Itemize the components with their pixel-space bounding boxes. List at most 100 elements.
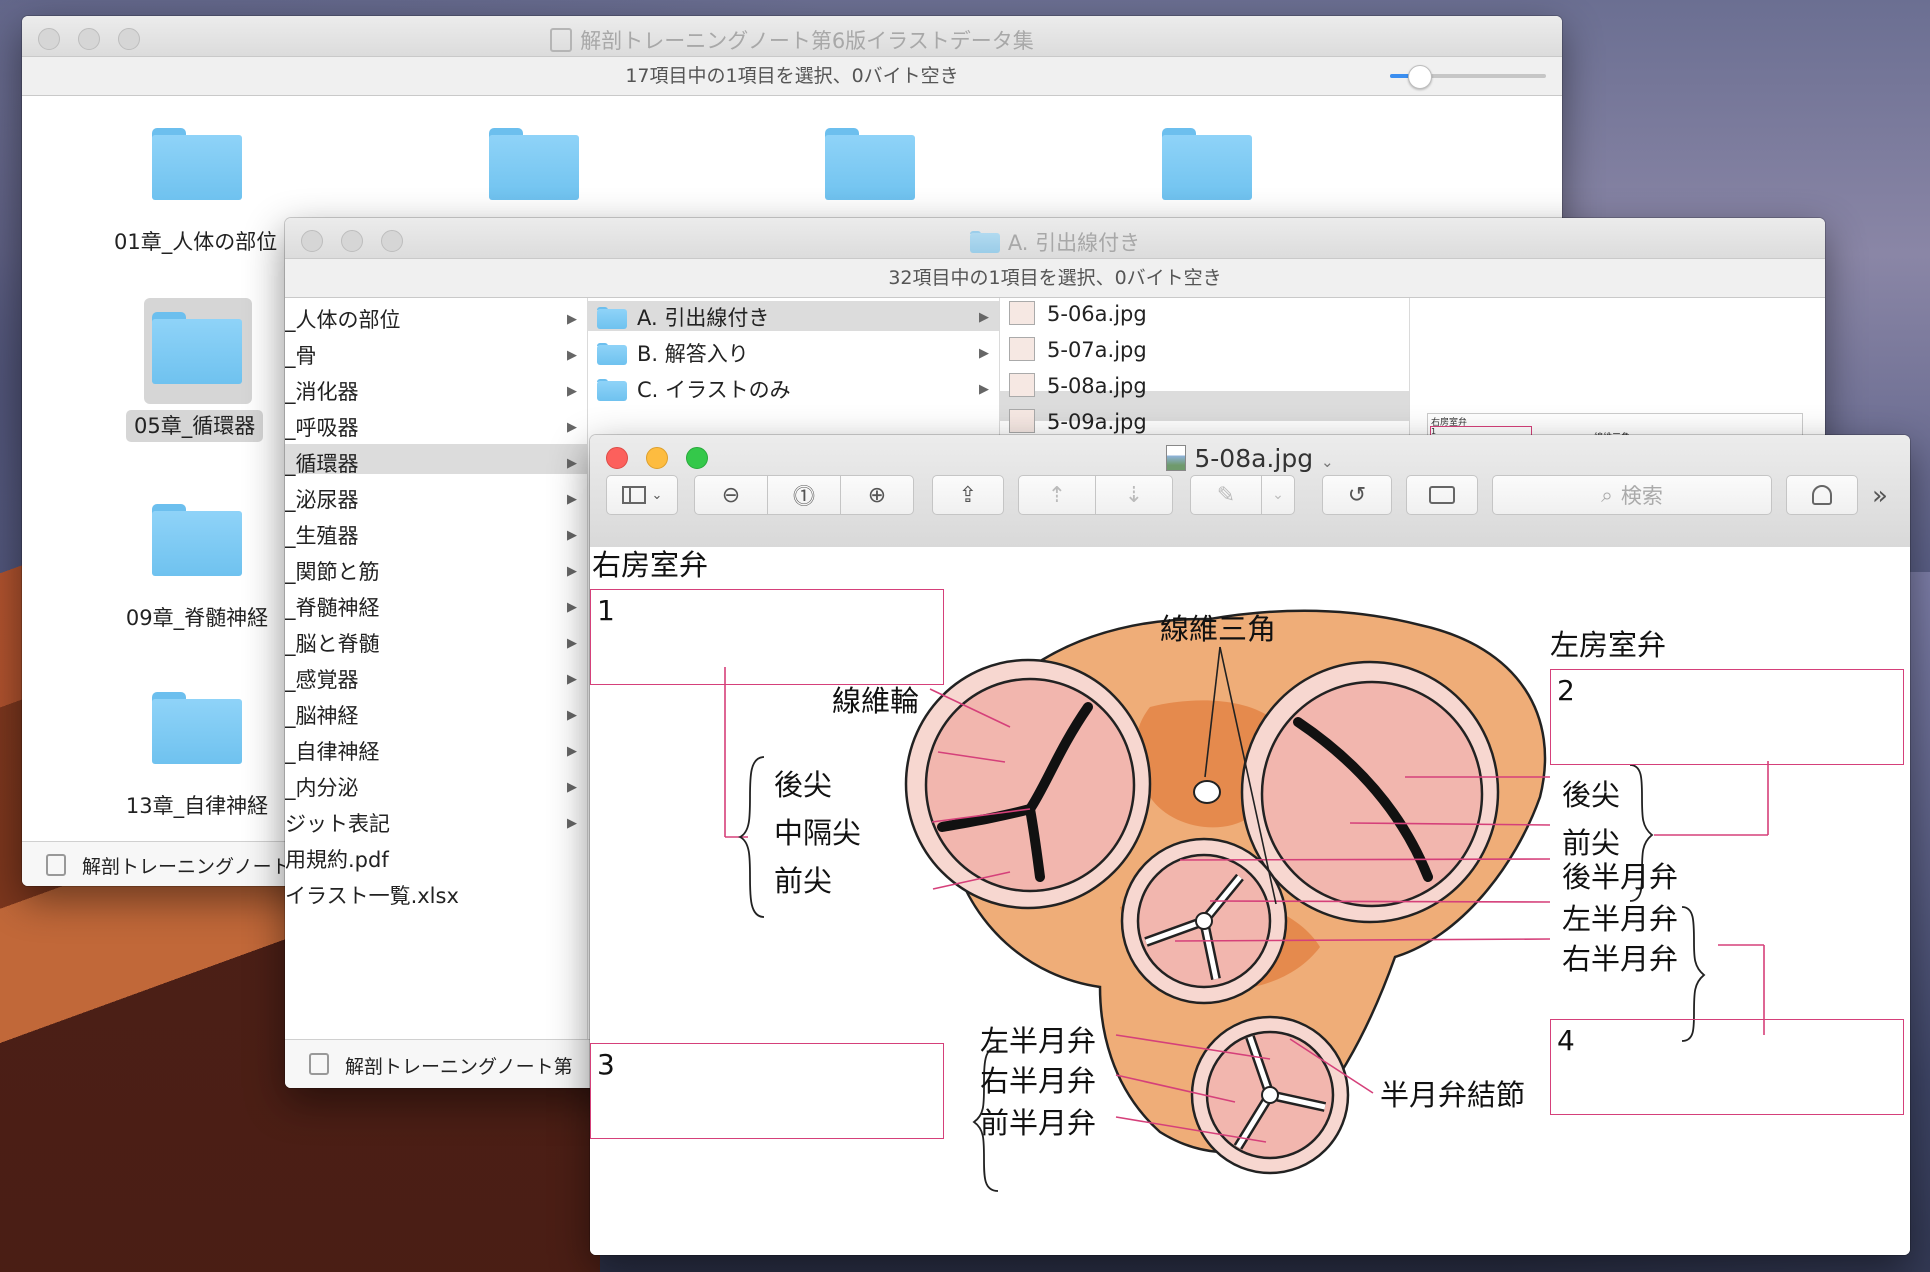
item-label: 5-06a.jpg — [1047, 302, 1147, 326]
slider-knob[interactable] — [1408, 65, 1432, 89]
disclosure-arrow-icon: ▶ — [567, 348, 577, 363]
item-label: _感覚器 — [285, 668, 359, 692]
column-1-item[interactable]: ジット表記 ▶ — [285, 810, 585, 838]
column-1-item[interactable]: イラスト一覧.xlsx — [285, 882, 585, 910]
column-1-item[interactable]: _関節と筋 ▶ — [285, 558, 585, 586]
share-button[interactable]: ⇪ — [932, 475, 1004, 515]
aortic-valve — [1120, 837, 1288, 1005]
folder-icon[interactable] — [489, 128, 579, 200]
folder-icon[interactable] — [825, 128, 915, 200]
mitral-orifice — [1260, 680, 1484, 908]
actual-size-icon: ⓵ — [792, 485, 815, 510]
folder-icon[interactable] — [152, 312, 242, 384]
preview-window[interactable]: 5-08a.jpg ⌄ ⌄ ⊖ ⓵ ⊕ ⇪ ⇡ ⇣ ✎ ⌄ ↺ ⌕ 検索 » 右… — [590, 435, 1910, 1255]
folder-icon[interactable] — [152, 692, 242, 764]
column-2-item[interactable]: C. イラストのみ ▶ — [597, 376, 993, 404]
mitral-valve — [1240, 660, 1500, 924]
column-1-item[interactable]: 用規約.pdf — [285, 846, 585, 874]
window-title: A. 引出線付き — [285, 227, 1825, 257]
disclosure-arrow-icon: ▶ — [567, 600, 577, 615]
label-mitral-posterior: 後尖 — [1562, 778, 1621, 812]
column-1-item[interactable]: _呼吸器 ▶ — [285, 414, 585, 442]
tricuspid-orifice — [924, 677, 1136, 893]
window-title[interactable]: 5-08a.jpg ⌄ — [590, 444, 1910, 473]
column-1-item[interactable]: _骨 ▶ — [285, 342, 585, 370]
disclosure-arrow-icon: ▶ — [567, 744, 577, 759]
folder-label-selected[interactable]: 05章_循環器 — [126, 410, 264, 442]
share-icon: ⇪ — [958, 482, 978, 508]
disk-icon — [46, 854, 66, 876]
column-1-item[interactable]: _循環器 ▶ — [285, 450, 585, 478]
rotate-icon: ↺ — [1347, 482, 1367, 508]
folder-icon[interactable] — [1162, 128, 1252, 200]
disclosure-arrow-icon: ▶ — [979, 382, 989, 397]
folder-label[interactable]: 09章_脊髄神経 — [77, 602, 317, 632]
image-file-icon — [1009, 337, 1035, 361]
item-label: _自律神経 — [285, 740, 380, 764]
actual-size-button[interactable]: ⓵ — [767, 475, 841, 515]
column-3-item[interactable]: 5-09a.jpg — [1009, 408, 1405, 436]
column-1-item[interactable]: _泌尿器 ▶ — [285, 486, 585, 514]
label-tricuspid-posterior: 後尖 — [774, 768, 833, 802]
folder-icon[interactable] — [152, 128, 242, 200]
column-1-item[interactable]: _感覚器 ▶ — [285, 666, 585, 694]
item-label: イラスト一覧.xlsx — [285, 884, 459, 908]
page-up-button[interactable]: ⇡ — [1018, 475, 1096, 515]
folder-label[interactable]: 13章_自律神経 — [77, 790, 317, 820]
zoom-out-button[interactable]: ⊖ — [694, 475, 768, 515]
disclosure-arrow-icon: ▶ — [979, 310, 989, 325]
column-1-item[interactable]: _自律神経 ▶ — [285, 738, 585, 766]
column-1-item[interactable]: _脊髄神経 ▶ — [285, 594, 585, 622]
item-label: _消化器 — [285, 380, 359, 404]
sidebar-toggle-button[interactable]: ⌄ — [606, 475, 678, 515]
rotate-button[interactable]: ↺ — [1322, 475, 1392, 515]
disclosure-arrow-icon: ▶ — [567, 528, 577, 543]
folder-icon — [597, 379, 627, 401]
column-3-item[interactable]: 5-07a.jpg — [1009, 336, 1405, 364]
item-label: _泌尿器 — [285, 488, 359, 512]
toolbox-button[interactable] — [1406, 475, 1478, 515]
disclosure-arrow-icon: ▶ — [979, 346, 989, 361]
chevron-down-icon: ⌄ — [1272, 487, 1284, 503]
toolbox-icon — [1429, 486, 1455, 504]
arrow-down-page-icon: ⇣ — [1124, 482, 1144, 508]
column-1-item[interactable]: _生殖器 ▶ — [285, 522, 585, 550]
label-right-av-valve: 右房室弁 — [592, 548, 709, 582]
label-aortic-left: 左半月弁 — [1562, 902, 1679, 936]
status-bar: 17項目中の1項目を選択、0バイト空き — [22, 57, 1562, 96]
item-label: 5-08a.jpg — [1047, 374, 1147, 398]
column-2-item[interactable]: A. 引出線付き ▶ — [597, 304, 993, 332]
title-bar[interactable]: 解剖トレーニングノート第6版イラストデータ集 — [22, 16, 1562, 57]
title-bar[interactable]: A. 引出線付き — [285, 218, 1825, 259]
column-2-item[interactable]: B. 解答入り ▶ — [597, 340, 993, 368]
item-label: _骨 — [285, 344, 317, 368]
jpeg-file-icon — [1166, 445, 1187, 471]
page-down-button[interactable]: ⇣ — [1095, 475, 1173, 515]
folder-icon[interactable] — [152, 504, 242, 576]
sidebar-icon — [621, 486, 646, 504]
disclosure-arrow-icon: ▶ — [567, 564, 577, 579]
answer-box-3: 3 — [590, 1043, 944, 1139]
search-field[interactable]: ⌕ 検索 — [1492, 475, 1772, 515]
column-1-item[interactable]: _脳神経 ▶ — [285, 702, 585, 730]
chevron-down-icon[interactable]: ⌄ — [1321, 453, 1334, 471]
label-tricuspid-septal: 中隔尖 — [774, 816, 862, 850]
stamp-button[interactable] — [1786, 475, 1858, 515]
column-3-item[interactable]: 5-06a.jpg — [1009, 300, 1405, 328]
chevron-down-icon: ⌄ — [651, 487, 663, 503]
markup-menu-button[interactable]: ⌄ — [1261, 475, 1295, 515]
column-1-item[interactable]: _脳と脊髄 ▶ — [285, 630, 585, 658]
markup-button[interactable]: ✎ — [1190, 475, 1262, 515]
disclosure-arrow-icon: ▶ — [567, 312, 577, 327]
label-aortic-right: 右半月弁 — [1562, 942, 1679, 976]
zoom-in-button[interactable]: ⊕ — [840, 475, 914, 515]
toolbar-area: 5-08a.jpg ⌄ ⌄ ⊖ ⓵ ⊕ ⇪ ⇡ ⇣ ✎ ⌄ ↺ ⌕ 検索 » — [590, 435, 1910, 548]
window-title: 解剖トレーニングノート第6版イラストデータ集 — [22, 25, 1562, 55]
column-3-item[interactable]: 5-08a.jpg — [1009, 372, 1405, 400]
column-1-item[interactable]: _人体の部位 ▶ — [285, 306, 585, 334]
column-1-item[interactable]: _消化器 ▶ — [285, 378, 585, 406]
item-label: C. イラストのみ — [637, 378, 791, 402]
icon-size-slider[interactable] — [1390, 65, 1546, 89]
column-1-item[interactable]: _内分泌 ▶ — [285, 774, 585, 802]
toolbar-overflow-button[interactable]: » — [1872, 481, 1888, 511]
